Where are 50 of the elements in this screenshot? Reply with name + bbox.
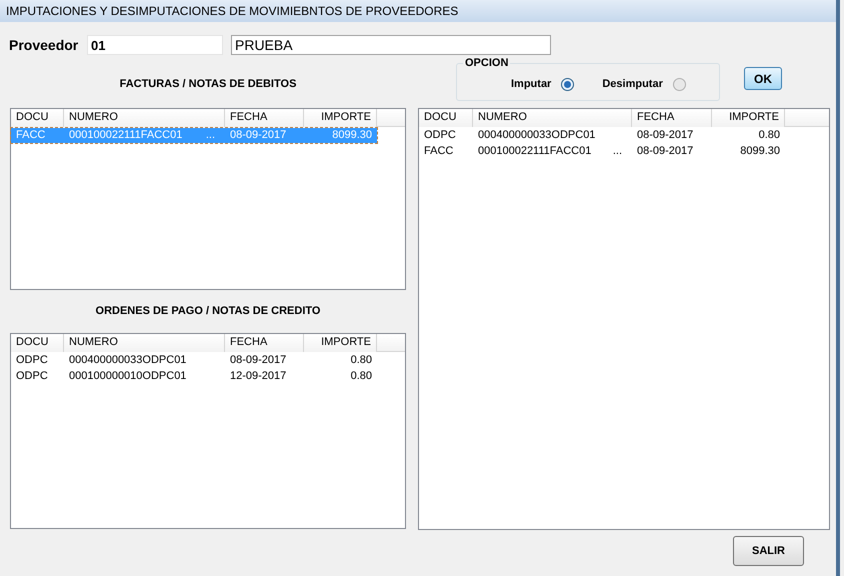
- table-cell: FACC: [424, 144, 454, 159]
- column-header[interactable]: NUMERO: [64, 334, 225, 352]
- proveedor-label: Proveedor: [9, 36, 80, 54]
- column-header[interactable]: NUMERO: [64, 109, 225, 127]
- table-cell: 0.80: [758, 128, 780, 143]
- table-cell: ODPC: [16, 369, 48, 384]
- column-header[interactable]: FECHA: [225, 109, 304, 127]
- radio-label: Desimputar: [602, 76, 663, 92]
- column-header[interactable]: DOCU: [11, 109, 64, 127]
- ellipsis-mark: ...: [612, 144, 622, 159]
- salir-button[interactable]: SALIR: [733, 536, 804, 566]
- column-header[interactable]: IMPORTE: [304, 109, 377, 127]
- table-cell: 12-09-2017: [230, 369, 286, 384]
- column-header[interactable]: NUMERO: [473, 109, 632, 127]
- column-header[interactable]: IMPORTE: [304, 334, 377, 352]
- ok-button[interactable]: OK: [744, 67, 782, 90]
- table-cell: 8099.30: [332, 128, 372, 143]
- column-header[interactable]: FECHA: [225, 334, 304, 352]
- list-row[interactable]: ODPC 000400000033ODPC01 08-09-2017 0.80: [419, 128, 785, 143]
- section-title: ORDENES DE PAGO / NOTAS DE CREDITO: [96, 304, 320, 320]
- table-cell: 08-09-2017: [637, 128, 694, 143]
- table-cell: 0.80: [350, 353, 372, 368]
- table-cell: 000400000033ODPC01: [69, 353, 186, 368]
- code-field[interactable]: 01: [87, 35, 223, 55]
- list-row[interactable]: ODPC 000100000010ODPC01 12-09-2017 0.80: [11, 369, 377, 384]
- table-cell: 08-09-2017: [230, 128, 286, 143]
- radio-button[interactable]: [672, 78, 686, 90]
- table-cell: 8099.30: [740, 144, 780, 159]
- table-cell: 000400000033ODPC01: [478, 128, 596, 143]
- table-cell: 08-09-2017: [637, 144, 694, 159]
- section-title: FACTURAS / NOTAS DE DEBITOS: [120, 76, 296, 92]
- table-cell: FACC: [16, 128, 46, 143]
- table-cell: ODPC: [16, 353, 48, 368]
- radio-label: Imputar: [511, 76, 552, 92]
- column-header[interactable]: FECHA: [632, 109, 712, 127]
- table-cell: 000100000010ODPC01: [69, 369, 186, 384]
- window-title: IMPUTACIONES Y DESIMPUTACIONES DE MOVIMIEBNTOS DE PROVEEDORES: [6, 3, 458, 20]
- ellipsis-mark: ...: [206, 128, 215, 143]
- table-cell: 000100022111FACC01: [478, 144, 592, 159]
- table-cell: 0.80: [350, 369, 372, 384]
- list-row[interactable]: FACC 000100022111FACC01 ... 08-09-2017 8099.30: [419, 144, 785, 159]
- name-field[interactable]: PRUEBA: [231, 35, 551, 55]
- column-header[interactable]: DOCU: [419, 109, 473, 127]
- list-row[interactable]: ODPC 000400000033ODPC01 08-09-2017 0.80: [11, 353, 377, 368]
- table-cell: ODPC: [424, 128, 456, 143]
- radio-button[interactable]: [561, 78, 574, 90]
- column-header[interactable]: DOCU: [11, 334, 64, 352]
- table-cell: 000100022111FACC01: [69, 128, 182, 143]
- column-header[interactable]: IMPORTE: [712, 109, 785, 127]
- table-cell: 08-09-2017: [230, 353, 286, 368]
